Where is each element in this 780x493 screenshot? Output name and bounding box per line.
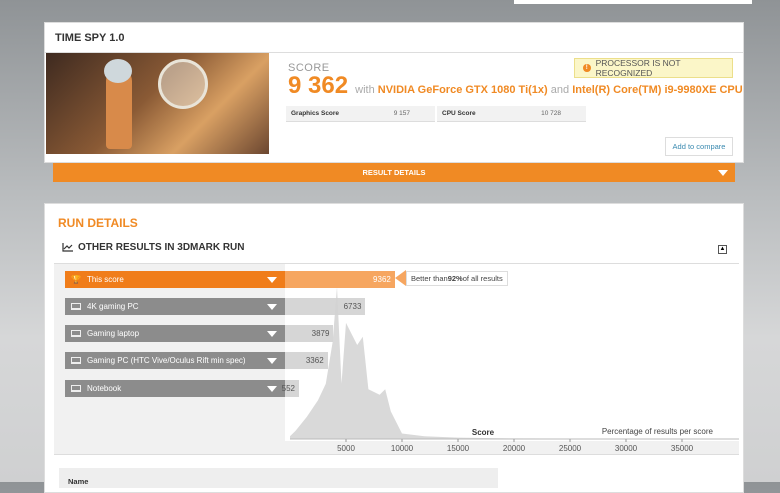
- line-chart-icon: [62, 243, 73, 252]
- graphics-score: Graphics Score 9 157: [286, 106, 435, 122]
- result-row-2[interactable]: Gaming laptop: [65, 325, 285, 342]
- cpu-score-label: CPU Score: [442, 110, 476, 117]
- processor-warning: ! PROCESSOR IS NOT RECOGNIZED: [574, 58, 733, 78]
- warning-icon: !: [583, 64, 591, 72]
- result-row-label: Gaming laptop: [87, 329, 139, 338]
- result-value-bar: 9362: [285, 271, 395, 288]
- subscores: Graphics Score 9 157 CPU Score 10 728: [286, 106, 586, 122]
- tooltip-text-end: of all results: [463, 274, 503, 283]
- result-row-1[interactable]: 4K gaming PC: [65, 298, 285, 315]
- test-title: TIME SPY 1.0: [55, 32, 125, 44]
- x-axis-label: Score: [472, 428, 495, 437]
- y-axis-label: Percentage of results per score: [602, 427, 714, 436]
- result-value-bar: 552: [285, 380, 299, 397]
- laptop-icon: [71, 330, 81, 337]
- chevron-down-icon[interactable]: [267, 304, 277, 310]
- total-score: 9 362: [288, 72, 348, 99]
- result-row-label: Notebook: [87, 384, 121, 393]
- chevron-down-icon[interactable]: [267, 277, 277, 283]
- other-results-title: OTHER RESULTS IN 3DMARK RUN: [78, 242, 244, 253]
- top-panel-edge: [514, 0, 752, 4]
- chevron-down-icon[interactable]: [267, 331, 277, 337]
- add-to-compare-button[interactable]: Add to compare: [665, 137, 733, 156]
- cpu-name[interactable]: Intel(R) Core(TM) i9-9980XE CPU: [572, 84, 743, 96]
- result-value-bar: 6733: [285, 298, 365, 315]
- score-distribution-chart: 5000 10000 15000 20000 25000 30000 35000 Score P…: [54, 263, 739, 455]
- graphics-score-label: Graphics Score: [291, 110, 339, 117]
- graphics-score-value: 9 157: [394, 110, 410, 117]
- x-tick-label: 5000: [337, 444, 355, 453]
- result-row-4[interactable]: Notebook: [65, 380, 285, 397]
- desktop-icon: [71, 303, 81, 310]
- percentile-tooltip: Better than 92% of all results: [406, 271, 508, 286]
- warning-text: PROCESSOR IS NOT RECOGNIZED: [596, 58, 732, 78]
- tooltip-text: Better than: [411, 274, 448, 283]
- run-details-panel: RUN DETAILS OTHER RESULTS IN 3DMARK RUN …: [44, 203, 744, 493]
- chevron-down-icon: [718, 170, 728, 176]
- x-tick-label: 35000: [671, 444, 694, 453]
- chevron-down-icon[interactable]: [267, 358, 277, 364]
- desktop-icon: [71, 357, 81, 364]
- x-tick-label: 30000: [615, 444, 638, 453]
- result-row-3[interactable]: Gaming PC (HTC Vive/Oculus Rift min spec…: [65, 352, 285, 369]
- x-tick-label: 10000: [391, 444, 414, 453]
- result-row-label: Gaming PC (HTC Vive/Oculus Rift min spec…: [87, 356, 246, 365]
- name-column-header: Name: [59, 468, 498, 488]
- collapse-button[interactable]: ▲: [718, 245, 727, 254]
- cpu-score: CPU Score 10 728: [437, 106, 586, 122]
- result-row-0[interactable]: 🏆 This score: [65, 271, 285, 288]
- laptop-icon: [71, 385, 81, 392]
- result-details-label: RESULT DETAILS: [362, 168, 425, 177]
- result-value-bar: 3879: [285, 325, 333, 342]
- run-details-title: RUN DETAILS: [58, 216, 138, 230]
- result-row-label: 4K gaming PC: [87, 302, 139, 311]
- cpu-score-value: 10 728: [541, 110, 561, 117]
- result-card: TIME SPY 1.0 SCORE 9 362 with NVIDIA GeF…: [44, 22, 744, 163]
- trophy-icon: 🏆: [71, 275, 81, 284]
- result-value-bar: 3362: [285, 352, 328, 369]
- x-tick-label: 25000: [559, 444, 582, 453]
- with-text: with: [355, 84, 375, 96]
- x-tick-label: 15000: [447, 444, 470, 453]
- other-results-heading: OTHER RESULTS IN 3DMARK RUN: [62, 242, 244, 253]
- tooltip-percent: 92%: [448, 274, 463, 283]
- result-row-label: This score: [87, 275, 124, 284]
- gpu-name[interactable]: NVIDIA GeForce GTX 1080 Ti(1x): [378, 84, 548, 96]
- and-text: and: [551, 84, 569, 96]
- test-artwork: [46, 53, 269, 154]
- chevron-down-icon[interactable]: [267, 386, 277, 392]
- x-tick-label: 20000: [503, 444, 526, 453]
- tooltip-arrow: [395, 270, 406, 286]
- result-details-toggle[interactable]: RESULT DETAILS: [53, 163, 735, 182]
